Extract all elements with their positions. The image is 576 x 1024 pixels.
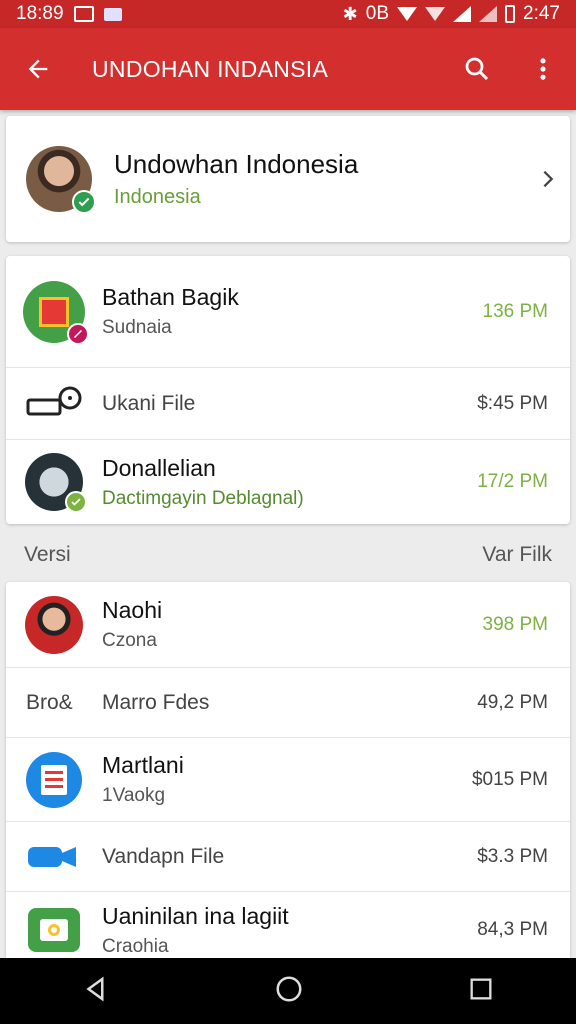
app-avatar-icon — [25, 453, 87, 513]
verified-badge-icon — [72, 190, 96, 214]
verified-badge-icon — [65, 491, 87, 513]
search-button[interactable] — [444, 28, 510, 110]
item-subtitle: Craohia — [102, 935, 169, 957]
back-triangle-icon — [86, 976, 104, 1001]
profile-name: Undowhan Indonesia — [114, 149, 359, 179]
arrow-back-icon — [28, 59, 48, 79]
wifi-icon-2 — [425, 7, 446, 21]
gallery-app-icon — [28, 908, 80, 952]
back-button[interactable] — [0, 28, 76, 110]
item-title: Naohi — [102, 597, 163, 623]
video-camera-icon — [28, 846, 76, 867]
app-avatar-icon — [23, 280, 89, 345]
item-subtitle: Sudnaia — [102, 317, 172, 338]
data-indicator: 0B — [365, 3, 390, 24]
status-clock: 2:47 — [523, 3, 560, 24]
app-bar: UNDOHAN INDANSIA — [0, 28, 576, 110]
recents-square-icon — [470, 978, 492, 999]
item-time: $015 PM — [471, 768, 548, 790]
file-list-card-2: Naohi Czona 398 PM Bro& Marro Fdes 49,2 … — [6, 582, 570, 962]
list-item[interactable]: Martlani 1Vaokg $015 PM — [6, 738, 570, 822]
item-time: 398 PM — [482, 613, 548, 635]
item-lead-text: Bro& — [26, 690, 73, 714]
search-icon — [465, 57, 489, 81]
item-subtitle: Czona — [102, 630, 157, 651]
list-item[interactable]: Bro& Marro Fdes 49,2 PM — [6, 668, 570, 738]
home-circle-icon — [276, 976, 302, 1001]
nav-back-button[interactable] — [81, 974, 111, 1009]
signal-icon-2 — [479, 6, 498, 22]
section-header: Versi Var Filk — [0, 530, 576, 580]
item-label: Ukani File — [102, 391, 196, 415]
item-label: Vandapn File — [102, 844, 225, 868]
nav-home-button[interactable] — [274, 974, 304, 1009]
wifi-icon — [397, 7, 418, 21]
item-title: Donallelian — [102, 454, 216, 481]
profile-subtitle: Indonesia — [114, 186, 201, 208]
item-title: Bathan Bagik — [102, 284, 239, 310]
list-item[interactable]: Donallelian Dactimgayin Deblagnal) 17/2 … — [6, 440, 570, 524]
bluetooth-icon: ✱ — [342, 3, 358, 24]
item-label: Marro Fdes — [102, 690, 210, 714]
status-time: 18:89 — [16, 3, 64, 24]
item-time: 17/2 PM — [477, 471, 548, 492]
item-time: $:45 PM — [477, 392, 548, 414]
pin-badge-icon — [67, 322, 89, 345]
system-nav-bar — [0, 958, 576, 1024]
avatar — [25, 595, 83, 654]
list-item[interactable]: Naohi Czona 398 PM — [6, 582, 570, 668]
document-app-icon — [26, 751, 82, 808]
avatar — [26, 146, 96, 214]
file-camera-icon — [26, 386, 82, 415]
item-time: $3.3 PM — [477, 845, 548, 867]
item-subtitle: Dactimgayin Deblagnal) — [102, 487, 304, 509]
app-notification-icon — [103, 7, 122, 21]
item-title: Martlani — [102, 752, 184, 778]
section-title: Versi — [24, 543, 71, 566]
battery-icon — [505, 5, 516, 23]
overflow-menu-button[interactable] — [510, 28, 576, 110]
signal-icon — [453, 6, 472, 22]
section-action[interactable]: Var Filk — [482, 543, 552, 567]
more-vert-icon — [540, 58, 546, 80]
page-title: UNDOHAN INDANSIA — [92, 55, 329, 82]
item-time: 136 PM — [482, 300, 548, 322]
item-time: 84,3 PM — [477, 919, 548, 940]
file-list-card-1: Bathan Bagik Sudnaia 136 PM Ukani File $… — [6, 256, 570, 524]
status-bar: 18:89 ✱ 0B 2:47 — [0, 0, 576, 28]
item-subtitle: 1Vaokg — [102, 785, 166, 806]
image-notification-icon — [73, 6, 94, 22]
nav-recents-button[interactable] — [467, 975, 495, 1008]
list-item[interactable]: Uaninilan ina lagiit Craohia 84,3 PM — [6, 892, 570, 962]
chevron-right-icon — [526, 168, 570, 190]
list-item[interactable]: Ukani File $:45 PM — [6, 368, 570, 440]
list-item[interactable]: Bathan Bagik Sudnaia 136 PM — [6, 256, 570, 368]
profile-card[interactable]: Undowhan Indonesia Indonesia — [6, 116, 570, 242]
item-time: 49,2 PM — [477, 691, 548, 713]
item-title: Uaninilan ina lagiit — [102, 902, 289, 929]
list-item[interactable]: Vandapn File $3.3 PM — [6, 822, 570, 892]
